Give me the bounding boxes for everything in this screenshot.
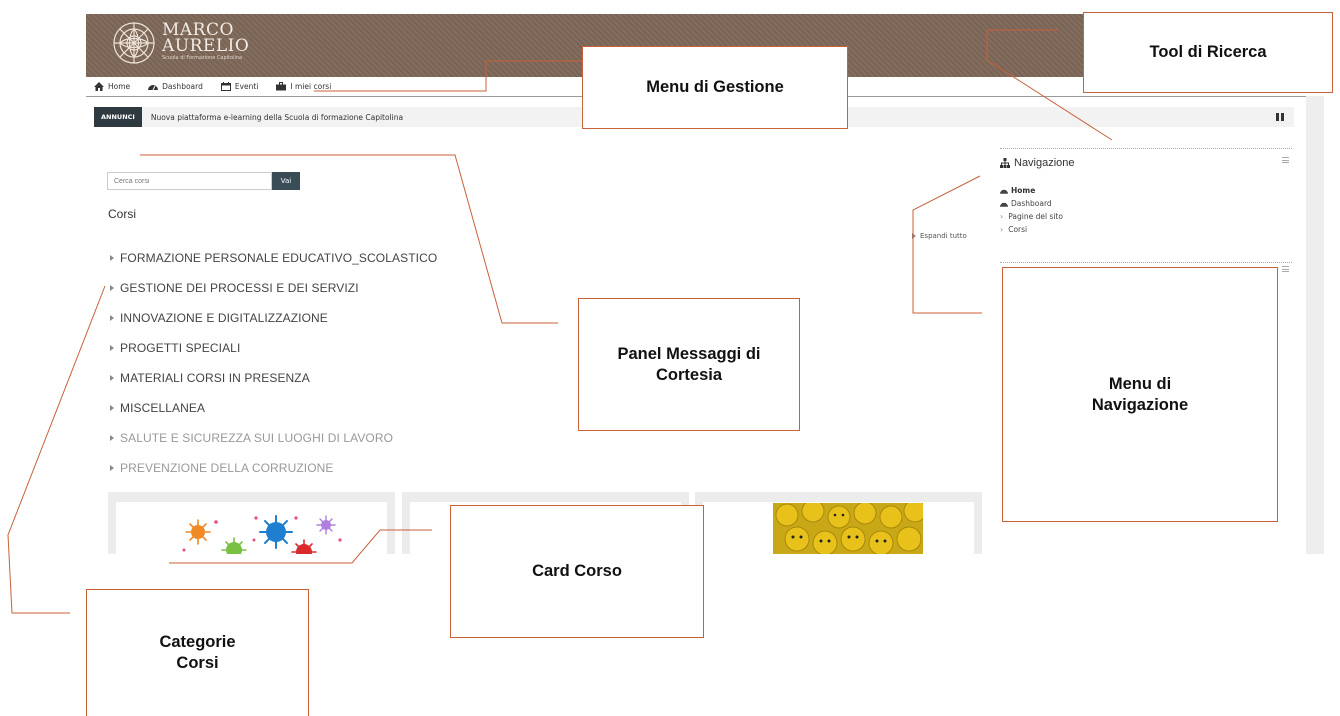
nav-my-courses-label: I miei corsi (290, 82, 332, 91)
course-categories: FORMAZIONE PERSONALE EDUCATIVO_SCOLASTIC… (110, 243, 530, 483)
category-item[interactable]: PROGETTI SPECIALI (110, 333, 530, 363)
expand-all-link[interactable]: Espandi tutto (912, 232, 967, 240)
nav-dashboard[interactable]: Dashboard (148, 82, 203, 91)
navigation-block: Navigazione Home Dashboard › Pagine del … (1000, 148, 1292, 234)
pause-icon[interactable] (1276, 113, 1284, 121)
category-item[interactable]: SALUTE E SICUREZZA SUI LUOGHI DI LAVORO (110, 423, 530, 453)
calendar-icon (220, 82, 231, 91)
brand-tagline: Scuola di Formazione Capitolina (162, 55, 243, 61)
dashboard-icon (148, 85, 159, 91)
nav-tree-site-pages[interactable]: › Pagine del sito (1000, 210, 1063, 223)
nav-tree-home[interactable]: Home (1000, 184, 1063, 197)
caret-right-icon (110, 465, 114, 471)
lego-heads-illustration (775, 503, 923, 554)
course-card-image (773, 503, 923, 554)
category-item[interactable]: MISCELLANEA (110, 393, 530, 423)
nav-eventi-label: Eventi (234, 82, 259, 91)
nav-eventi[interactable]: Eventi (220, 82, 259, 91)
announcement-tag: ANNUNCI (94, 107, 142, 127)
nav-tree-dashboard[interactable]: Dashboard (1000, 197, 1063, 210)
chevron-right-icon: › (1000, 225, 1004, 234)
navigation-tree: Home Dashboard › Pagine del sito › Corsi (1000, 184, 1063, 236)
caret-right-icon (110, 285, 114, 291)
caret-right-icon (912, 233, 916, 239)
category-item[interactable]: FORMAZIONE PERSONALE EDUCATIVO_SCOLASTIC… (110, 243, 530, 273)
caret-right-icon (110, 315, 114, 321)
briefcase-icon (276, 82, 287, 91)
callout-tool-ricerca: Tool di Ricerca (1083, 12, 1333, 93)
nav-dashboard-label: Dashboard (162, 82, 203, 91)
search-input[interactable] (107, 172, 272, 190)
logo-rosette-icon (113, 22, 155, 64)
announcement-text: Nuova piattaforma e-learning della Scuol… (150, 112, 404, 122)
callout-menu-navigazione: Menu di Navigazione (1002, 267, 1278, 522)
caret-right-icon (110, 375, 114, 381)
brand-name: MARCO AURELIO (162, 20, 250, 56)
dashboard-icon (1000, 189, 1008, 194)
home-icon (94, 82, 104, 91)
course-card-frame (695, 492, 982, 554)
nav-home[interactable]: Home (94, 82, 130, 91)
nav-tree-courses[interactable]: › Corsi (1000, 223, 1063, 236)
chevron-right-icon: › (1000, 212, 1004, 221)
callout-menu-gestione: Menu di Gestione (582, 46, 848, 129)
category-item[interactable]: PREVENZIONE DELLA CORRUZIONE (110, 453, 530, 483)
courses-heading: Corsi (108, 207, 137, 221)
sitemap-icon (1000, 158, 1010, 168)
nav-my-courses[interactable]: I miei corsi (276, 82, 331, 91)
category-item[interactable]: MATERIALI CORSI IN PRESENZA (110, 363, 530, 393)
virus-illustration (182, 515, 342, 554)
course-card[interactable] (703, 502, 974, 554)
caret-right-icon (110, 345, 114, 351)
category-item[interactable]: INNOVAZIONE E DIGITALIZZAZIONE (110, 303, 530, 333)
search-button[interactable]: Vai (272, 172, 300, 190)
callout-card-corso: Card Corso (450, 505, 704, 638)
course-search: Vai (107, 172, 300, 190)
navigation-block-title: Navigazione (1000, 157, 1075, 169)
caret-right-icon (110, 435, 114, 441)
course-card[interactable] (116, 502, 387, 554)
block-actions-icon[interactable] (1282, 157, 1289, 163)
scrollbar[interactable] (1306, 96, 1324, 554)
caret-right-icon (110, 255, 114, 261)
callout-panel-messaggi: Panel Messaggi di Cortesia (578, 298, 800, 431)
dashboard-icon (1000, 202, 1008, 207)
secondary-block (1000, 262, 1292, 272)
nav-home-label: Home (108, 82, 131, 91)
block-actions-icon[interactable] (1282, 266, 1289, 272)
caret-right-icon (110, 405, 114, 411)
course-card-frame (108, 492, 395, 554)
category-item[interactable]: GESTIONE DEI PROCESSI E DEI SERVIZI (110, 273, 530, 303)
callout-categorie-corsi: Categorie Corsi (86, 589, 309, 716)
